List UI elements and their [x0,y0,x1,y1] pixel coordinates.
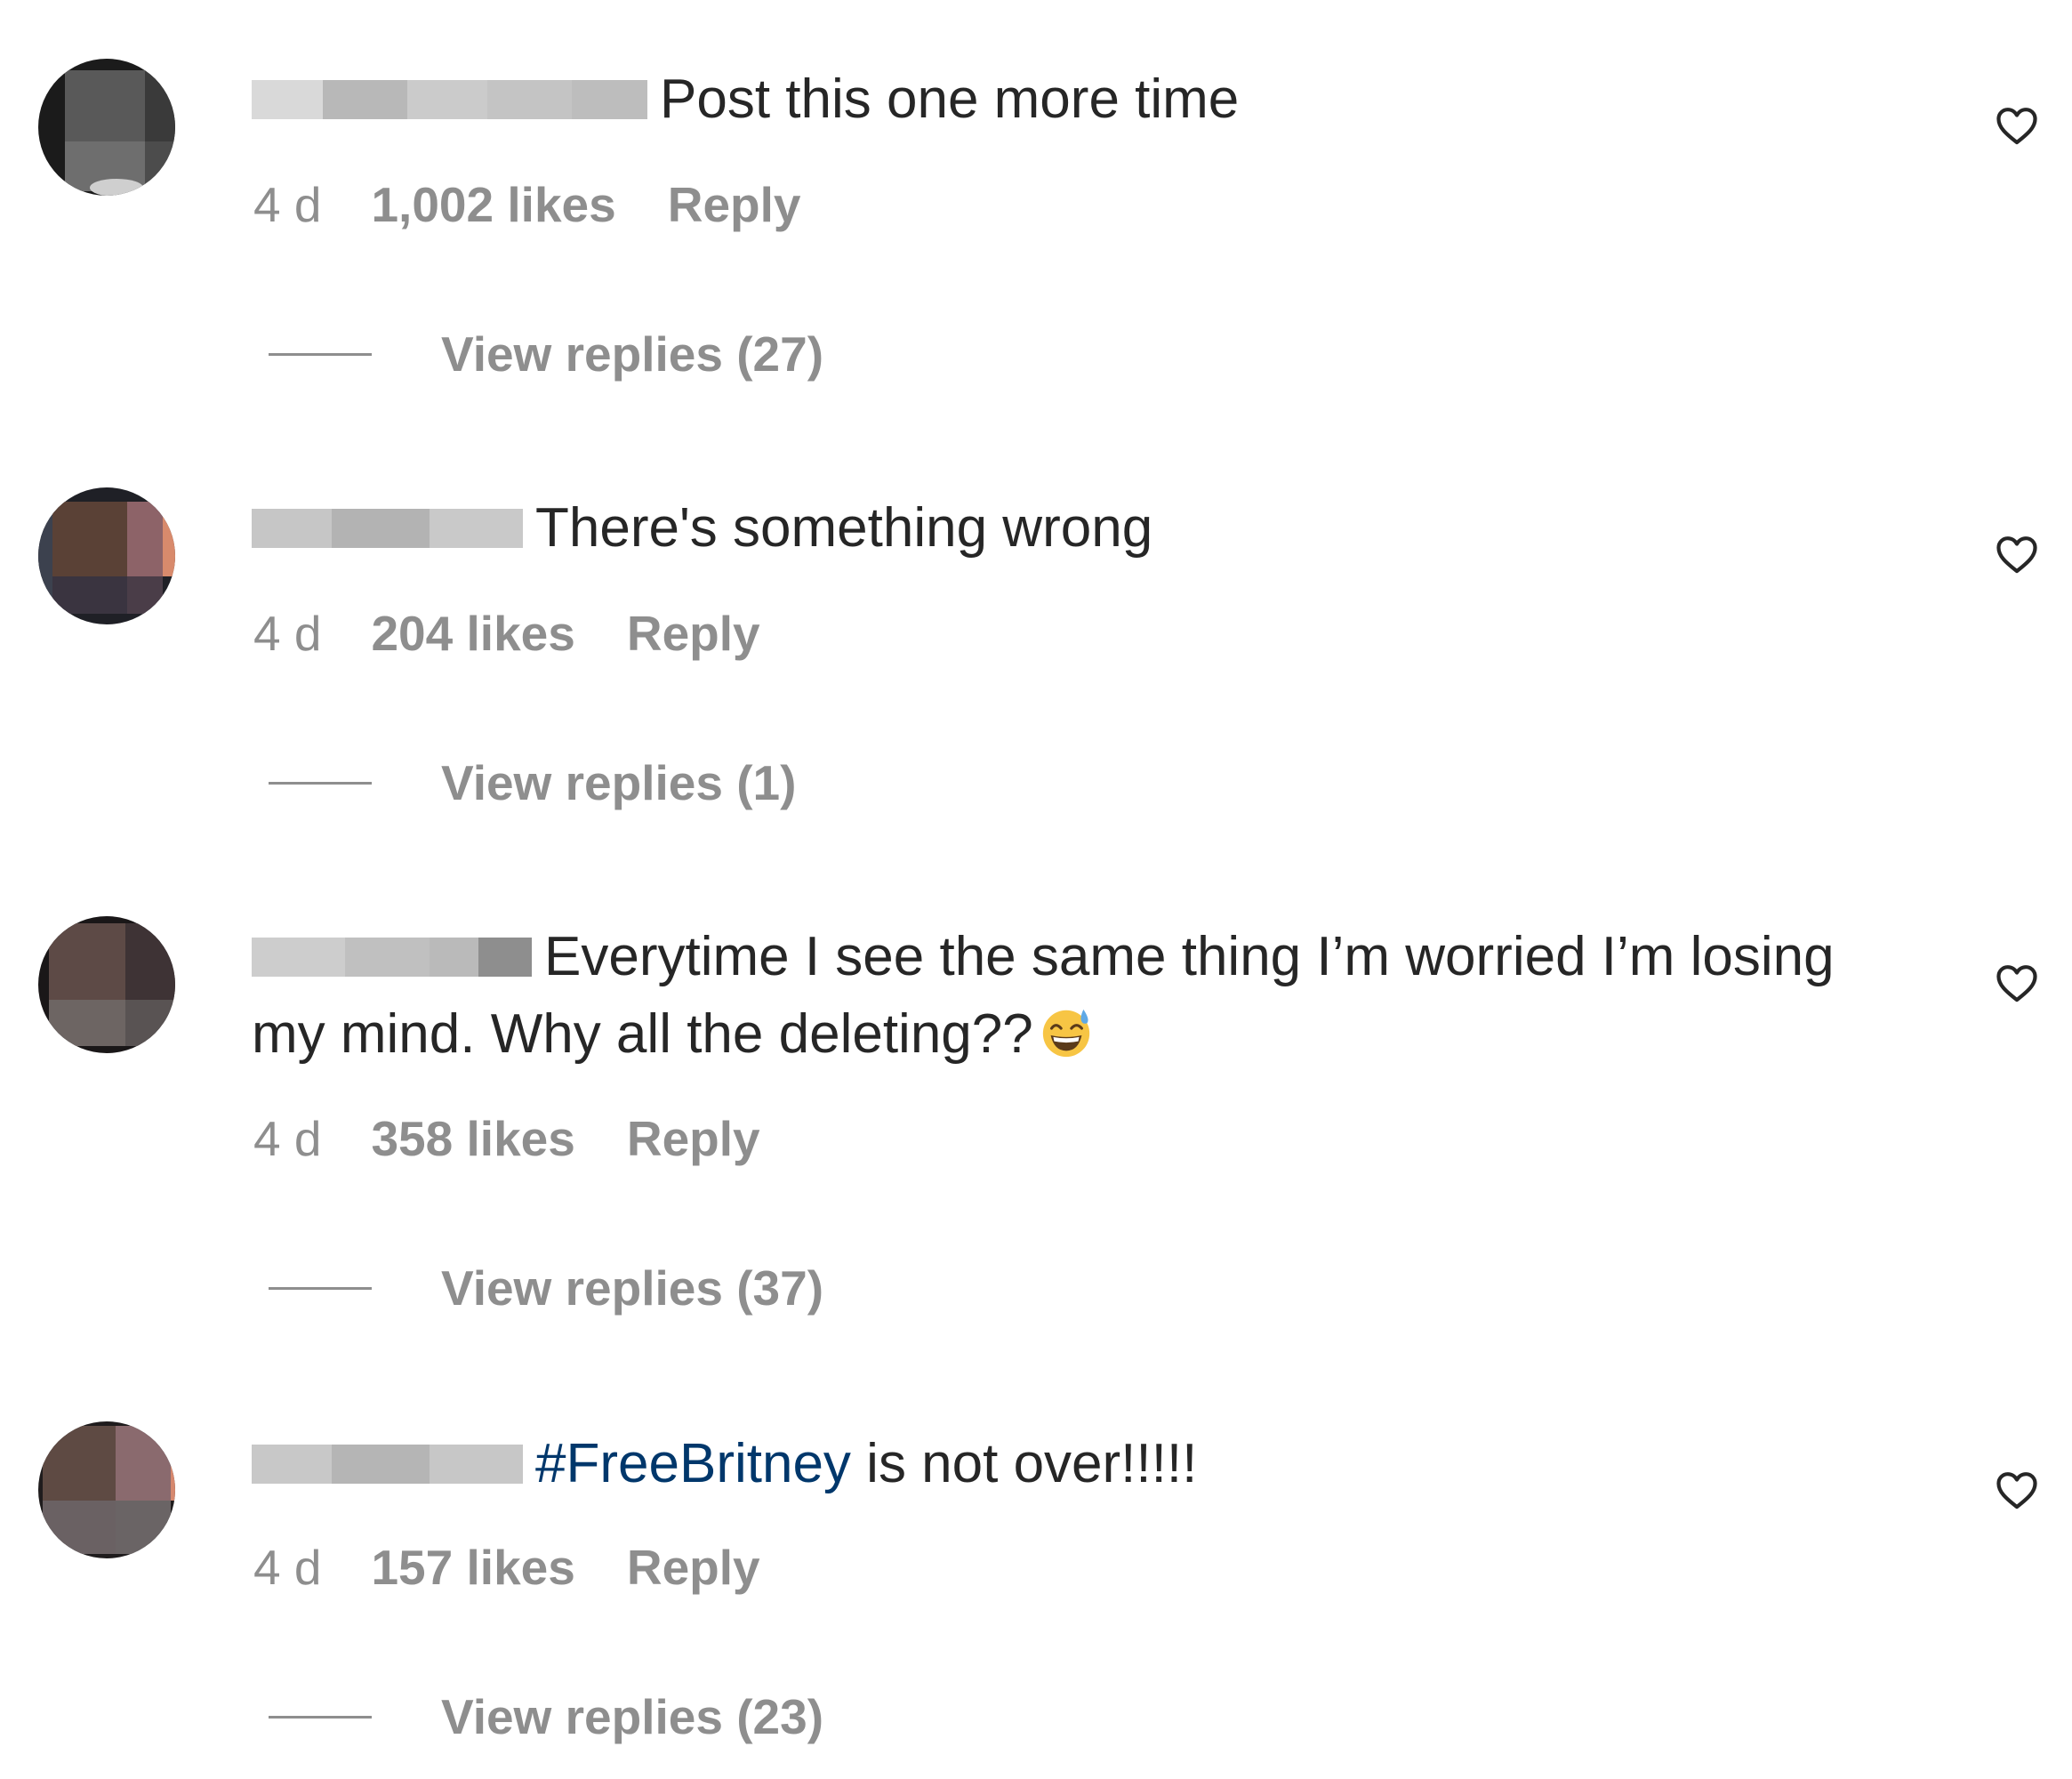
username-redacted[interactable] [252,509,523,548]
comment-age: 4 d [253,1540,322,1595]
comment-text: There's something wrong [252,489,1843,567]
view-replies-label: View replies (27) [441,326,824,382]
comment-meta: 4 d 204 likes Reply [253,605,812,662]
reply-button[interactable]: Reply [627,605,760,662]
heart-outline-icon [1996,1472,2037,1509]
view-replies-label: View replies (37) [441,1260,824,1316]
username-redacted[interactable] [252,1445,523,1484]
replies-divider [269,352,372,356]
replies-divider [269,781,372,785]
view-replies-button[interactable]: View replies (27) [269,326,823,382]
grinning-face-with-sweat-icon [1042,1009,1089,1058]
view-replies-label: View replies (23) [441,1689,824,1744]
like-button[interactable] [1992,1464,2042,1514]
comments-list: Post this one more time 4 d 1,002 likes Re… [0,0,2072,1779]
replies-divider [269,1715,372,1719]
likes-count[interactable]: 204 likes [371,605,574,662]
reply-button[interactable]: Reply [627,1539,760,1596]
username-redacted[interactable] [252,80,647,119]
like-button[interactable] [1992,100,2042,149]
likes-count[interactable]: 157 likes [371,1539,574,1596]
hashtag-link[interactable]: #FreeBritney [535,1433,851,1494]
comment-age: 4 d [253,606,322,661]
view-replies-button[interactable]: View replies (1) [269,754,796,811]
heart-outline-icon [1996,536,2037,574]
reply-button[interactable]: Reply [668,176,801,233]
comment-text: Everytime I see the same thing I’m worri… [252,918,1843,1073]
avatar[interactable] [38,1421,175,1558]
replies-divider [269,1286,372,1290]
comment-body: There's something wrong [535,497,1153,559]
view-replies-button[interactable]: View replies (23) [269,1688,823,1745]
comment-meta: 4 d 358 likes Reply [253,1110,812,1167]
comment-meta: 4 d 157 likes Reply [253,1539,812,1596]
avatar[interactable] [38,59,175,196]
comment-age: 4 d [253,1111,322,1166]
avatar[interactable] [38,916,175,1053]
like-button[interactable] [1992,528,2042,578]
comment-body: is not over!!!!! [850,1433,1198,1494]
heart-outline-icon [1996,965,2037,1002]
comment-age: 4 d [253,177,322,232]
username-redacted[interactable] [252,938,532,977]
comment-meta: 4 d 1,002 likes Reply [253,176,853,233]
heart-outline-icon [1996,108,2037,145]
comment-body: Post this one more time [660,68,1240,130]
view-replies-label: View replies (1) [441,755,797,810]
view-replies-button[interactable]: View replies (37) [269,1260,823,1316]
reply-button[interactable]: Reply [627,1110,760,1167]
like-button[interactable] [1992,957,2042,1007]
likes-count[interactable]: 1,002 likes [371,176,615,233]
comment-text: #FreeBritney is not over!!!!! [252,1425,1843,1502]
likes-count[interactable]: 358 likes [371,1110,574,1167]
avatar[interactable] [38,487,175,624]
comment-text: Post this one more time [252,60,1843,138]
